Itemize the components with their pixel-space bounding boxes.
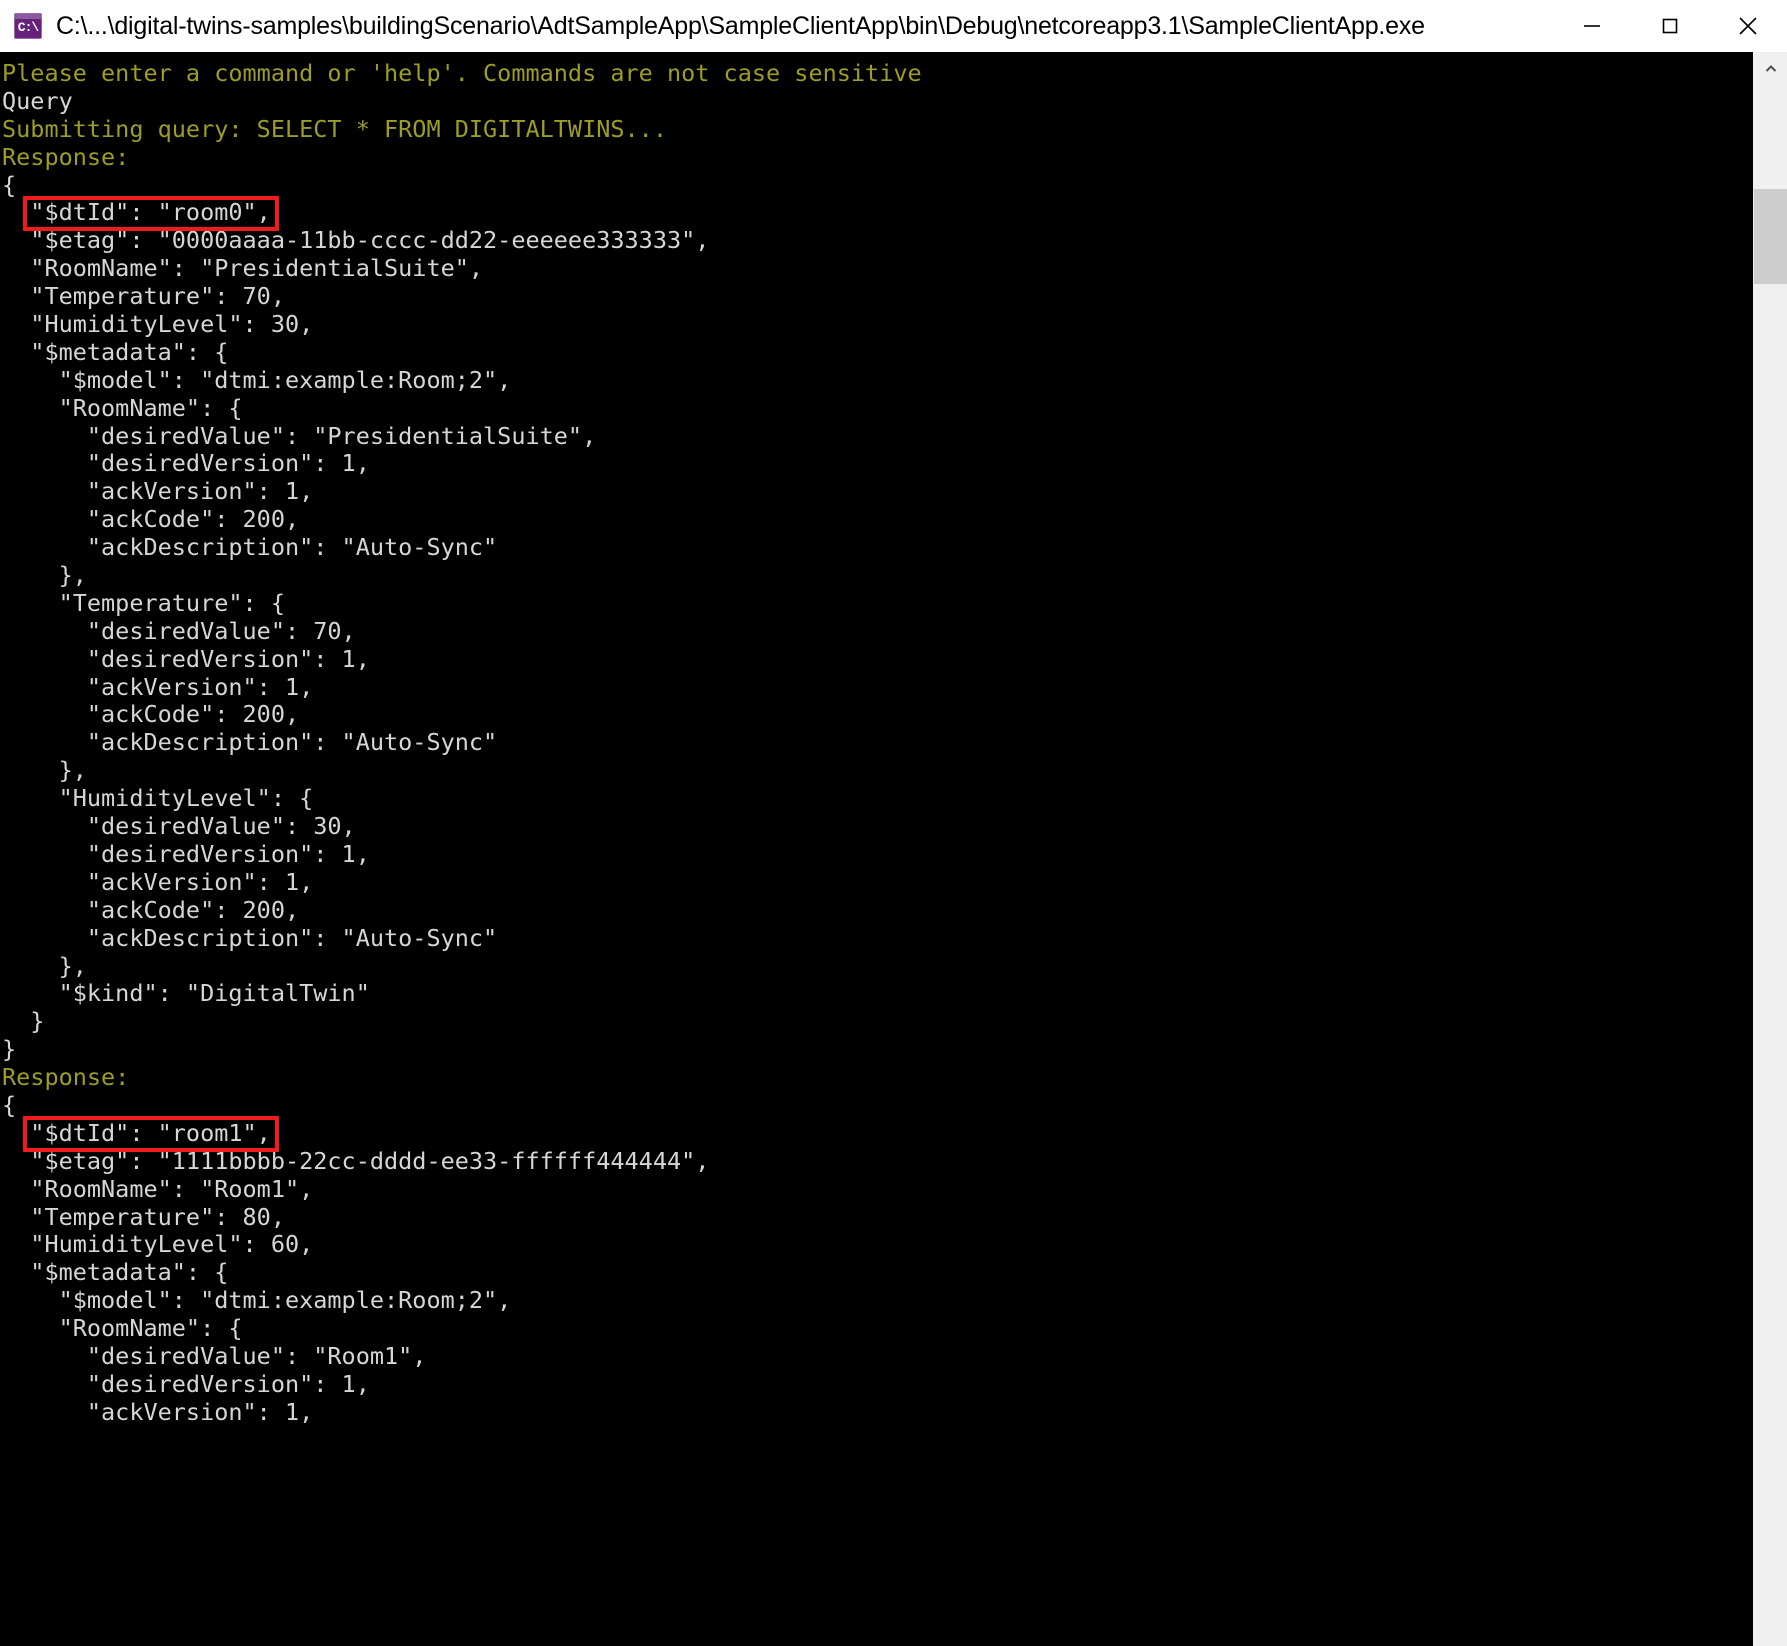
- console-line: "RoomName": {: [2, 393, 243, 422]
- console-line: "HumidityLevel": 30,: [2, 310, 314, 339]
- title-bar: C:\ C:\...\digital-twins-samples\buildin…: [0, 0, 1787, 52]
- console-line: "ackCode": 200,: [2, 895, 300, 924]
- console-line: "$etag": "1111bbbb-22cc-dddd-ee33-ffffff…: [2, 1146, 710, 1175]
- console-line: "ackCode": 200,: [2, 505, 300, 534]
- minimize-icon: [1584, 25, 1600, 27]
- console-line: "desiredVersion": 1,: [2, 449, 370, 478]
- console-line: "$model": "dtmi:example:Room;2",: [2, 365, 512, 394]
- console-text: Please enter a command or 'help'. Comman…: [0, 59, 1753, 1427]
- scroll-up-button[interactable]: [1754, 52, 1787, 86]
- console-line: {: [2, 1090, 17, 1119]
- console-line: "desiredValue": 70,: [2, 616, 356, 645]
- scrollbar-track[interactable]: [1754, 86, 1787, 1646]
- close-button[interactable]: [1709, 0, 1787, 52]
- console-line: "ackDescription": "Auto-Sync": [2, 923, 498, 952]
- window-title: C:\...\digital-twins-samples\buildingSce…: [56, 11, 1425, 40]
- window-controls: [1553, 0, 1787, 52]
- console-line: "desiredValue": "Room1",: [2, 1341, 427, 1370]
- console-line: "RoomName": "PresidentialSuite",: [2, 254, 484, 283]
- maximize-icon: [1662, 18, 1678, 34]
- console-line: "desiredVersion": 1,: [2, 1369, 370, 1398]
- console-line: "$metadata": {: [2, 1258, 229, 1287]
- console-line: "ackVersion": 1,: [2, 477, 314, 506]
- console-line: Response:: [2, 1063, 130, 1092]
- console-line: Submitting query: SELECT * FROM DIGITALT…: [2, 114, 667, 143]
- console-line: "HumidityLevel": 60,: [2, 1230, 314, 1259]
- console-line: "Temperature": 70,: [2, 282, 285, 311]
- console-line: {: [2, 170, 17, 199]
- console-line: "desiredVersion": 1,: [2, 644, 370, 673]
- console-line: "desiredVersion": 1,: [2, 839, 370, 868]
- console-line: "$dtId": "room1",: [2, 1118, 271, 1147]
- close-icon: [1739, 17, 1757, 35]
- console-line: "ackCode": 200,: [2, 700, 300, 729]
- console-line: "Temperature": 80,: [2, 1202, 285, 1231]
- chevron-up-icon: [1765, 65, 1776, 72]
- scrollbar-thumb[interactable]: [1754, 189, 1787, 284]
- app-icon-glyph: C:\: [17, 20, 39, 35]
- vertical-scrollbar[interactable]: [1753, 52, 1787, 1646]
- console-window: C:\ C:\...\digital-twins-samples\buildin…: [0, 0, 1787, 1646]
- console-line: "desiredValue": "PresidentialSuite",: [2, 421, 597, 450]
- console-line: },: [2, 756, 87, 785]
- console-line: "$etag": "0000aaaa-11bb-cccc-dd22-eeeeee…: [2, 226, 710, 255]
- console-line: "ackDescription": "Auto-Sync": [2, 533, 498, 562]
- console-line: "$model": "dtmi:example:Room;2",: [2, 1286, 512, 1315]
- console-line: "$kind": "DigitalTwin": [2, 979, 370, 1008]
- console-line: }: [2, 1007, 45, 1036]
- console-app-icon: C:\: [14, 13, 42, 39]
- console-line: "desiredValue": 30,: [2, 812, 356, 841]
- minimize-button[interactable]: [1553, 0, 1631, 52]
- console-line: "ackDescription": "Auto-Sync": [2, 728, 498, 757]
- console-line: "RoomName": "Room1",: [2, 1174, 314, 1203]
- console-line: "$dtId": "room0",: [2, 198, 271, 227]
- console-line: Query: [2, 86, 73, 115]
- console-line: "RoomName": {: [2, 1314, 243, 1343]
- console-body: Please enter a command or 'help'. Comman…: [0, 52, 1787, 1646]
- console-line: "Temperature": {: [2, 588, 285, 617]
- console-line: "ackVersion": 1,: [2, 672, 314, 701]
- console-line: "$metadata": {: [2, 337, 229, 366]
- console-line: Please enter a command or 'help'. Comman…: [2, 59, 922, 87]
- console-line: "HumidityLevel": {: [2, 784, 314, 813]
- maximize-button[interactable]: [1631, 0, 1709, 52]
- console-output[interactable]: Please enter a command or 'help'. Comman…: [0, 52, 1753, 1646]
- console-line: },: [2, 951, 87, 980]
- console-line: }: [2, 1035, 17, 1064]
- console-line: Response:: [2, 142, 130, 171]
- console-line: "ackVersion": 1,: [2, 867, 314, 896]
- console-line: "ackVersion": 1,: [2, 1397, 314, 1426]
- console-line: },: [2, 561, 87, 590]
